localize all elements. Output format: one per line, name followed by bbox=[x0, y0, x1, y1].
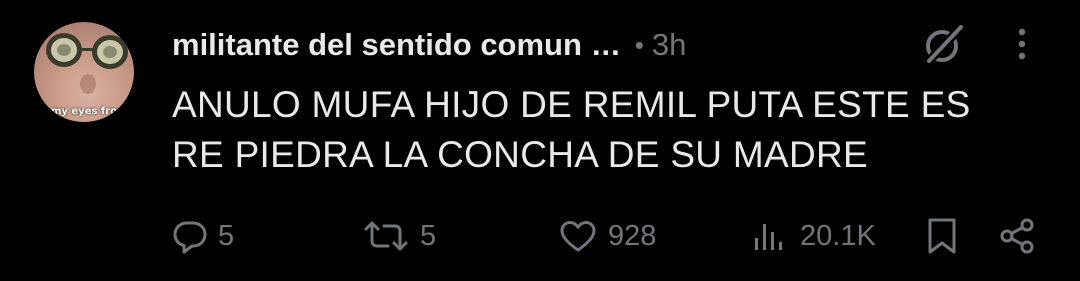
name-truncation: ... bbox=[591, 27, 621, 62]
author-name[interactable]: militante del sentido comun bbox=[172, 27, 582, 63]
more-icon[interactable] bbox=[1008, 24, 1036, 64]
avatar-caption: ect my eyes from bbox=[34, 106, 128, 117]
reply-icon bbox=[173, 221, 207, 254]
bookmark-icon bbox=[928, 218, 956, 254]
avatar[interactable]: ect my eyes from bbox=[34, 22, 134, 122]
post-header: militante del sentido comun ... • 3h bbox=[172, 22, 686, 68]
repost-count: 5 bbox=[420, 219, 437, 252]
bookmark-button[interactable] bbox=[922, 212, 962, 260]
post-text-line: RE PIEDRA LA CONCHA DE SU MADRE bbox=[172, 134, 869, 175]
grok-icon[interactable] bbox=[918, 20, 966, 68]
heart-icon bbox=[560, 221, 596, 252]
like-count: 928 bbox=[608, 219, 657, 252]
post-text-line: ANULO MUFA HIJO DE REMIL PUTA ESTE ES bbox=[172, 84, 971, 125]
views-count: 20.1K bbox=[800, 219, 876, 252]
separator-dot: • bbox=[634, 29, 644, 60]
repost-icon bbox=[364, 221, 408, 251]
action-bar: 5 5 928 20.1K bbox=[0, 212, 1080, 260]
reply-count: 5 bbox=[218, 219, 235, 252]
repost-button[interactable]: 5 bbox=[362, 212, 436, 260]
views-icon bbox=[755, 224, 782, 250]
views-button[interactable]: 20.1K bbox=[752, 212, 876, 260]
post-text: ANULO MUFA HIJO DE REMIL PUTA ESTE ES RE… bbox=[172, 80, 1052, 180]
like-button[interactable]: 928 bbox=[558, 212, 656, 260]
share-icon bbox=[1000, 218, 1034, 254]
post-time[interactable]: 3h bbox=[652, 27, 686, 63]
share-button[interactable] bbox=[998, 212, 1038, 260]
reply-button[interactable]: 5 bbox=[172, 212, 234, 260]
